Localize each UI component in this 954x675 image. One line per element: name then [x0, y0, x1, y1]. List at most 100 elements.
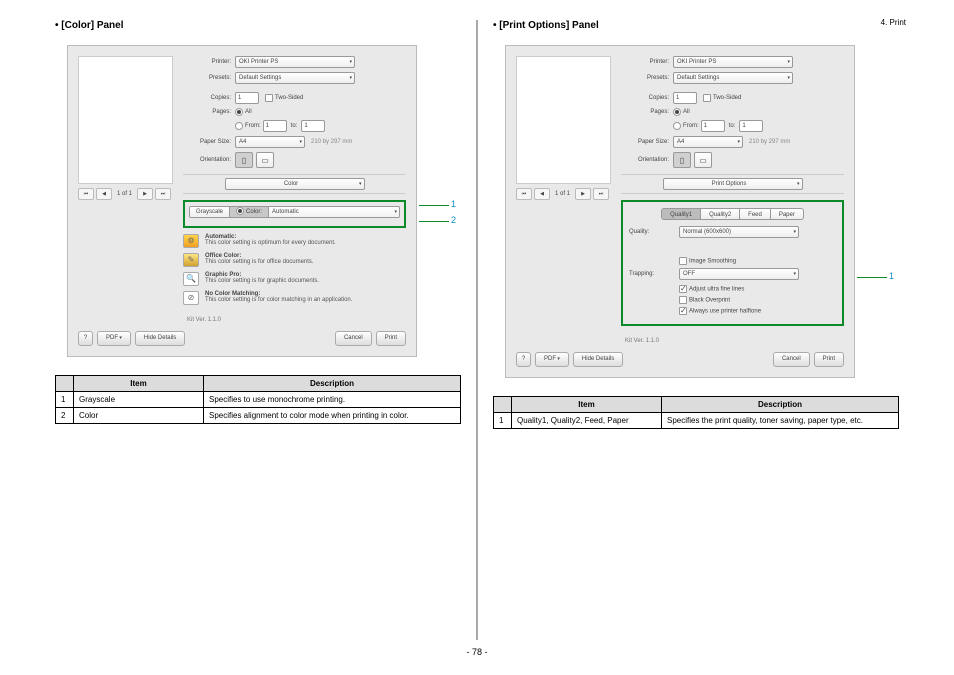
print-button[interactable]: Print	[814, 352, 844, 367]
table-header-description: Description	[204, 376, 461, 392]
two-sided-checkbox[interactable]	[265, 94, 273, 102]
pages-to-input[interactable]: 1	[739, 120, 763, 132]
black-overprint-checkbox[interactable]	[679, 296, 687, 304]
nav-next-button[interactable]: ▶	[137, 188, 153, 200]
print-options-dialog: ⏮ ◀ 1 of 1 ▶ ⏭ Printer:OKI Printer PS Pr…	[505, 45, 855, 378]
pages-from-radio[interactable]	[235, 122, 243, 130]
cancel-button[interactable]: Cancel	[773, 352, 810, 367]
presets-select[interactable]: Default Settings	[673, 72, 793, 84]
nav-first-button[interactable]: ⏮	[78, 188, 94, 200]
pages-to-label: to:	[287, 123, 302, 129]
paper-size-label: Paper Size:	[183, 139, 235, 145]
orientation-portrait-button[interactable]: ▯	[235, 152, 253, 168]
quality2-tab[interactable]: Quality2	[701, 208, 740, 220]
orientation-portrait-button[interactable]: ▯	[673, 152, 691, 168]
use-printer-halftone-checkbox[interactable]	[679, 307, 687, 315]
paper-size-select[interactable]: A4	[673, 136, 743, 148]
preview-nav: ⏮ ◀ 1 of 1 ▶ ⏭	[78, 188, 173, 200]
automatic-desc: This color setting is optimum for every …	[205, 240, 336, 246]
orientation-landscape-button[interactable]: ▭	[256, 152, 274, 168]
pages-from-label: From:	[683, 123, 699, 129]
cancel-button[interactable]: Cancel	[335, 331, 372, 346]
help-button[interactable]: ?	[516, 352, 531, 367]
callout-line-2	[419, 221, 449, 222]
print-button[interactable]: Print	[376, 331, 406, 346]
nav-page-text: 1 of 1	[114, 191, 135, 197]
hide-details-button[interactable]: Hide Details	[573, 352, 623, 367]
nav-prev-button[interactable]: ◀	[534, 188, 550, 200]
no-color-matching-desc: This color setting is for color matching…	[205, 297, 352, 303]
pages-all-radio[interactable]	[673, 108, 681, 116]
column-divider	[476, 20, 478, 640]
left-column: [Color] Panel ⏮ ◀ 1 of 1 ▶ ⏭	[45, 20, 471, 640]
page-preview	[516, 56, 611, 184]
image-smoothing-checkbox[interactable]	[679, 257, 687, 265]
paper-size-label: Paper Size:	[621, 139, 673, 145]
pages-all-label: All	[683, 109, 690, 115]
two-sided-label: Two-Sided	[275, 95, 303, 101]
pages-from-radio[interactable]	[673, 122, 681, 130]
presets-label: Presets:	[621, 75, 673, 81]
orientation-label: Orientation:	[183, 157, 235, 163]
panel-select[interactable]: Print Options	[663, 178, 803, 190]
two-sided-checkbox[interactable]	[703, 94, 711, 102]
adjust-fine-lines-checkbox[interactable]	[679, 285, 687, 293]
callout-line-1	[419, 205, 449, 206]
table-header-blank	[494, 397, 512, 413]
pages-from-input[interactable]: 1	[263, 120, 287, 132]
color-mode-select[interactable]: Automatic	[269, 207, 399, 218]
pdf-button[interactable]: PDF	[97, 331, 131, 346]
pages-from-input[interactable]: 1	[701, 120, 725, 132]
grayscale-tab[interactable]: Grayscale	[190, 207, 230, 217]
table-header-blank	[56, 376, 74, 392]
copies-input[interactable]: 1	[235, 92, 259, 104]
pages-label: Pages:	[621, 109, 673, 115]
right-section-title: [Print Options] Panel	[493, 20, 899, 31]
nav-last-button[interactable]: ⏭	[593, 188, 609, 200]
panel-select[interactable]: Color	[225, 178, 365, 190]
printer-select[interactable]: OKI Printer PS	[673, 56, 793, 68]
hide-details-button[interactable]: Hide Details	[135, 331, 185, 346]
table-row: 2ColorSpecifies alignment to color mode …	[56, 408, 461, 424]
pages-to-label: to:	[725, 123, 740, 129]
pages-to-input[interactable]: 1	[301, 120, 325, 132]
kit-version: Kit Ver. 1.1.0	[183, 317, 406, 323]
graphic-pro-desc: This color setting is for graphic docume…	[205, 278, 319, 284]
printer-label: Printer:	[183, 59, 235, 65]
table-header-item: Item	[512, 397, 662, 413]
paper-tab[interactable]: Paper	[771, 208, 804, 220]
quality-select[interactable]: Normal (600x600)	[679, 226, 799, 238]
color-tab[interactable]: Color:	[230, 207, 269, 217]
copies-label: Copies:	[621, 95, 673, 101]
chapter-header: 4. Print	[881, 18, 906, 27]
pdf-button[interactable]: PDF	[535, 352, 569, 367]
print-options-highlight: Quality1 Quality2 Feed Paper Quality:Nor…	[621, 200, 844, 326]
pages-label: Pages:	[183, 109, 235, 115]
nav-next-button[interactable]: ▶	[575, 188, 591, 200]
left-section-title: [Color] Panel	[55, 20, 461, 31]
presets-select[interactable]: Default Settings	[235, 72, 355, 84]
kit-version: Kit Ver. 1.1.0	[621, 338, 844, 344]
nav-first-button[interactable]: ⏮	[516, 188, 532, 200]
print-options-tabs: Quality1 Quality2 Feed Paper	[629, 208, 836, 220]
nav-last-button[interactable]: ⏭	[155, 188, 171, 200]
feed-tab[interactable]: Feed	[740, 208, 771, 220]
pages-all-radio[interactable]	[235, 108, 243, 116]
pages-all-label: All	[245, 109, 252, 115]
page-preview	[78, 56, 173, 184]
orientation-landscape-button[interactable]: ▭	[694, 152, 712, 168]
paper-size-select[interactable]: A4	[235, 136, 305, 148]
trapping-select[interactable]: OFF	[679, 268, 799, 280]
pages-from-label: From:	[245, 123, 261, 129]
table-row: 1GrayscaleSpecifies to use monochrome pr…	[56, 392, 461, 408]
quality1-tab[interactable]: Quality1	[661, 208, 701, 220]
color-mode-descriptions: ⚙Automatic:This color setting is optimum…	[183, 234, 406, 305]
right-column: [Print Options] Panel ⏮ ◀ 1 of 1 ▶ ⏭	[483, 20, 909, 640]
help-button[interactable]: ?	[78, 331, 93, 346]
two-sided-label: Two-Sided	[713, 95, 741, 101]
page-number: - 78 -	[466, 647, 487, 657]
nav-prev-button[interactable]: ◀	[96, 188, 112, 200]
printer-select[interactable]: OKI Printer PS	[235, 56, 355, 68]
copies-input[interactable]: 1	[673, 92, 697, 104]
callout-2: 2	[451, 215, 456, 225]
